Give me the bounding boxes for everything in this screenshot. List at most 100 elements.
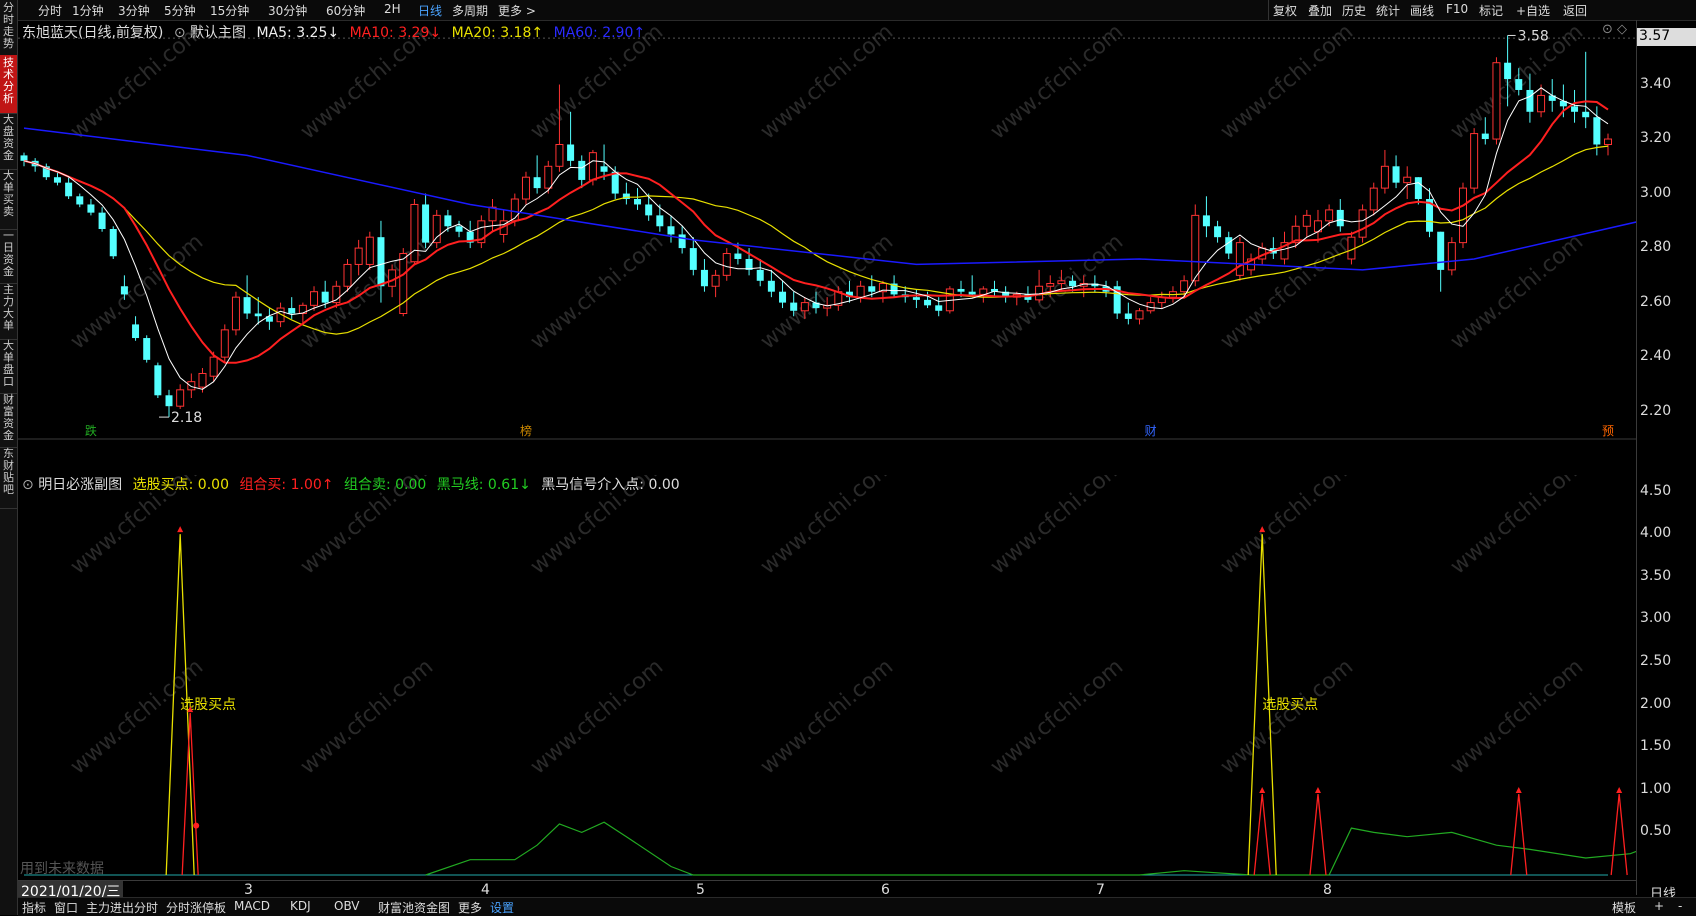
period-toolbar: 分时 1分钟 3分钟 5分钟 15分钟 30分钟 60分钟 2H 日线 多周期 更多 > 复权 叠加 历史… — [18, 0, 1696, 21]
bottom-right-2[interactable]: - — [1678, 899, 1682, 913]
side-tab-6[interactable]: 大单盘口 — [0, 338, 17, 394]
bottom-tab-5[interactable]: KDJ — [290, 899, 311, 913]
sub-settings-icon[interactable]: ⊙ — [22, 477, 34, 493]
indicator-tick-3: 3.00 — [1640, 610, 1672, 627]
bottom-tab-9[interactable]: 设置 — [490, 899, 514, 916]
top-tab-10[interactable]: 更多 > — [498, 2, 536, 19]
candle-body-down — [444, 215, 452, 227]
combo-buy-arrow — [1616, 787, 1623, 794]
bottom-tab-1[interactable]: 窗口 — [54, 899, 78, 916]
candle-body-up — [432, 214, 441, 244]
candle-body-down — [1336, 209, 1344, 227]
bottom-right-0[interactable]: 模板 — [1612, 899, 1636, 916]
top-right-2[interactable]: 历史 — [1342, 2, 1366, 19]
top-tab-8[interactable]: 日线 — [418, 2, 442, 19]
sub-watermark-7: www.cfchi.com — [66, 654, 208, 779]
candle-body-down — [968, 291, 976, 295]
top-right-8[interactable]: 返回 — [1563, 2, 1587, 19]
top-right-3[interactable]: 统计 — [1376, 2, 1400, 19]
side-tab-0[interactable]: 分时走势 — [0, 0, 17, 57]
ma60-line — [23, 127, 1636, 271]
event-marker-3: 预 — [1602, 424, 1614, 438]
top-tab-4[interactable]: 15分钟 — [210, 2, 249, 19]
candle-body-up — [722, 253, 731, 276]
candle-body-down — [957, 288, 965, 292]
top-tab-9[interactable]: 多周期 — [452, 2, 488, 19]
candle-body-up — [354, 247, 363, 265]
candle-body-down — [567, 144, 575, 161]
candle-body-up — [1235, 242, 1244, 276]
candle-body-up — [1302, 214, 1311, 227]
top-tab-6[interactable]: 60分钟 — [326, 2, 365, 19]
price-chart[interactable]: www.cfchi.com www.cfchi.com www.cfchi.com w… — [18, 20, 1636, 440]
watermark-13: www.cfchi.com — [1446, 229, 1588, 354]
candle-body-up — [711, 274, 720, 287]
top-tab-0[interactable]: 分时 — [38, 2, 62, 19]
top-right-6[interactable]: 标记 — [1479, 2, 1503, 19]
candle-body-down — [1582, 111, 1590, 118]
candle-body-up — [521, 176, 530, 200]
bottom-tab-0[interactable]: 指标 — [22, 899, 46, 916]
sub-watermark-4: www.cfchi.com — [986, 475, 1128, 580]
side-tab-3[interactable]: 大单买卖 — [0, 168, 17, 230]
bottom-right-1[interactable]: + — [1654, 899, 1664, 913]
top-tab-2[interactable]: 3分钟 — [118, 2, 150, 19]
bottom-tab-2[interactable]: 主力进出分时 — [86, 899, 158, 916]
side-tab-4[interactable]: 一日资金 — [0, 228, 17, 284]
indicator-tick-0: 4.50 — [1640, 482, 1672, 499]
event-marker-0: 跌 — [85, 423, 97, 438]
top-right-7[interactable]: +自选 — [1516, 2, 1550, 19]
candle-body-up — [1325, 209, 1334, 222]
candle-body-up — [1046, 283, 1055, 287]
sub-chart-name[interactable]: 明日必涨副图 — [38, 477, 122, 493]
candle-body-down — [165, 395, 173, 407]
candle-body-up — [588, 152, 597, 181]
top-right-0[interactable]: 复权 — [1273, 2, 1297, 19]
candle-body-down — [1481, 133, 1489, 140]
top-right-5[interactable]: F10 — [1446, 2, 1468, 16]
candle-body-up — [187, 381, 196, 391]
side-tab-1[interactable]: 技术分析 — [0, 55, 17, 114]
ma10-value: MA10: 3.29↓ — [349, 25, 442, 41]
bottom-tab-7[interactable]: 财富池资金图 — [378, 899, 450, 916]
bottom-tab-8[interactable]: 更多 — [458, 899, 482, 916]
stock-title[interactable]: 东旭蓝天(日线,前复权) — [22, 25, 163, 41]
indicator-chart[interactable]: www.cfchi.com www.cfchi.com www.cfchi.com w… — [18, 475, 1636, 880]
bottom-tab-6[interactable]: OBV — [334, 899, 360, 913]
candle-body-up — [979, 288, 988, 295]
combo-buy-arrow — [1259, 787, 1266, 794]
candle-body-down — [154, 365, 162, 396]
side-tab-2[interactable]: 大盘资金 — [0, 112, 17, 170]
top-tab-5[interactable]: 30分钟 — [268, 2, 307, 19]
combo-buy-spike — [181, 713, 199, 876]
side-tab-7[interactable]: 财富资金 — [0, 392, 17, 448]
top-tab-3[interactable]: 5分钟 — [164, 2, 196, 19]
top-right-1[interactable]: 叠加 — [1308, 2, 1332, 19]
bottom-tab-4[interactable]: MACD — [234, 899, 270, 913]
candle-body-up — [488, 206, 497, 222]
watermark-9: www.cfchi.com — [526, 229, 668, 354]
candle-body-down — [634, 199, 642, 205]
side-tab-5[interactable]: 主力大单 — [0, 282, 17, 340]
month-label-3: 6 — [881, 882, 890, 898]
sub-watermark-8: www.cfchi.com — [296, 654, 438, 779]
top-tab-1[interactable]: 1分钟 — [72, 2, 104, 19]
settings-icon[interactable]: ⊙ — [174, 25, 186, 41]
current-price-badge: 3.57 — [1637, 28, 1696, 46]
top-tab-7[interactable]: 2H — [384, 2, 401, 16]
ma20-value: MA20: 3.18↑ — [451, 25, 544, 41]
candle-body-down — [321, 291, 329, 303]
candle-body-up — [856, 285, 865, 298]
candle-body-down — [1515, 79, 1523, 90]
top-right-4[interactable]: 画线 — [1410, 2, 1434, 19]
indicator-tick-7: 1.00 — [1640, 780, 1672, 797]
chart-name[interactable]: 默认主图 — [190, 25, 246, 41]
candle-body-up — [198, 372, 207, 388]
side-tab-8[interactable]: 东财贴吧 — [0, 446, 17, 509]
candle-body-down — [53, 177, 61, 183]
low-label: 2.18 — [171, 410, 202, 426]
window-controls[interactable]: ⊙ ◇ — [1602, 22, 1627, 37]
zhs-value: 组合卖: 0.00 — [343, 477, 427, 493]
bottom-tab-3[interactable]: 分时涨停板 — [166, 899, 226, 916]
candle-body-down — [868, 286, 876, 292]
